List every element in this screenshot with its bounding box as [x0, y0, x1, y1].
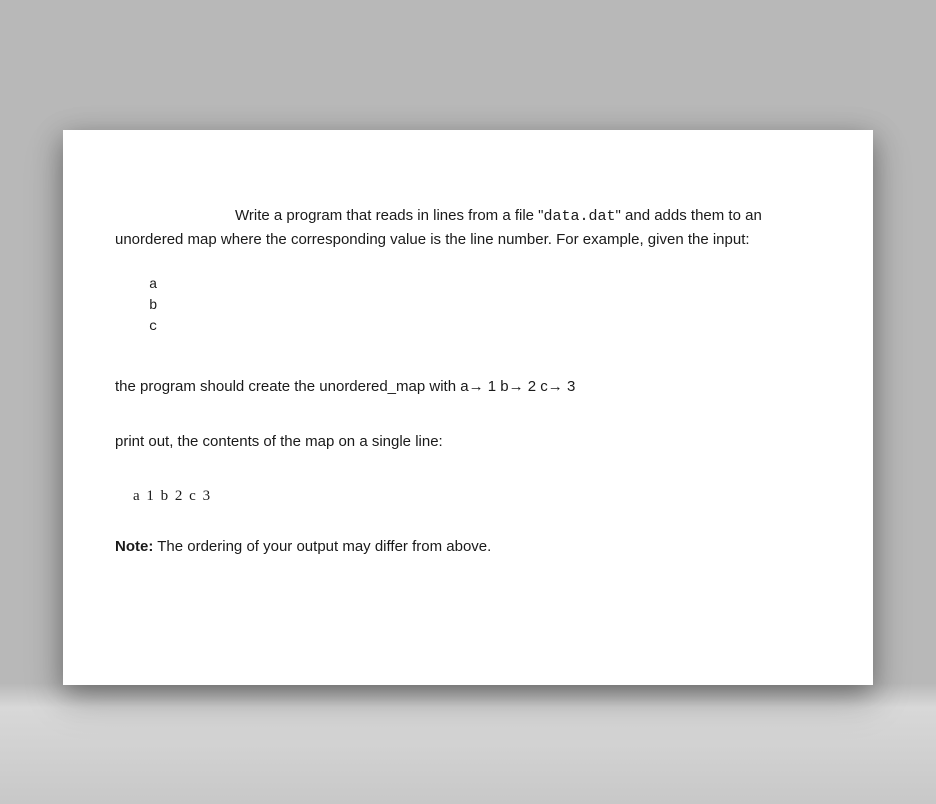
map-key-2: b [500, 378, 508, 395]
map-description: the program should create the unordered_… [115, 376, 821, 399]
map-val-2: 2 [524, 378, 541, 395]
map-prefix: the program should create the unordered_… [115, 378, 460, 395]
arrow-icon: → [469, 378, 484, 395]
intro-paragraph: Write a program that reads in lines from… [115, 205, 821, 251]
intro-text-part1: Write a program that reads in lines from… [235, 207, 544, 224]
note-label: Note: [115, 538, 153, 555]
print-instruction: print out, the contents of the map on a … [115, 431, 821, 454]
document-page: Write a program that reads in lines from… [63, 130, 873, 685]
arrow-icon: → [548, 378, 563, 395]
map-val-3: 3 [563, 378, 576, 395]
arrow-icon: → [509, 378, 524, 395]
note-text: The ordering of your output may differ f… [153, 538, 491, 555]
map-val-1: 1 [484, 378, 501, 395]
filename-code: data.dat [544, 208, 616, 225]
map-key-3: c [540, 378, 548, 395]
input-code-block: a b c [149, 275, 821, 338]
output-example: a 1 b 2 c 3 [133, 485, 821, 508]
note-paragraph: Note: The ordering of your output may di… [115, 536, 821, 559]
map-key-1: a [460, 378, 468, 395]
